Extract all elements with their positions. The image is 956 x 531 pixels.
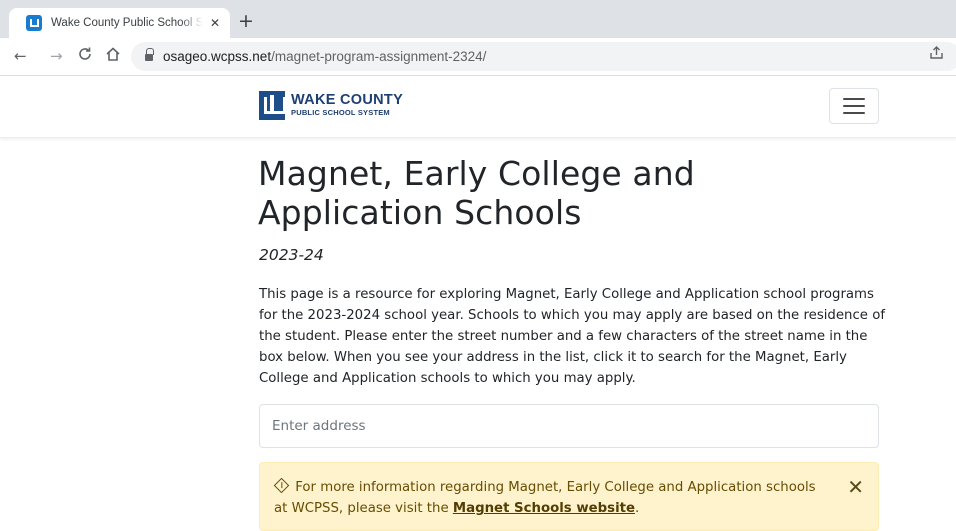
tab-close-icon[interactable]: ✕ (210, 16, 220, 30)
site-header: WAKE COUNTY PUBLIC SCHOOL SYSTEM (0, 76, 956, 138)
browser-tab[interactable]: Wake County Public School System ✕ (9, 8, 230, 38)
address-bar[interactable]: osageo.wcpss.net/magnet-program-assignme… (131, 42, 956, 71)
address-search-input[interactable] (259, 404, 879, 448)
magnet-schools-link[interactable]: Magnet Schools website (453, 501, 635, 516)
intro-paragraph: This page is a resource for exploring Ma… (259, 287, 886, 386)
menu-toggle-button[interactable] (829, 88, 879, 124)
new-tab-button[interactable]: + (238, 10, 254, 32)
hamburger-icon (843, 98, 865, 100)
browser-tabstrip: Wake County Public School System ✕ + (0, 0, 956, 38)
tab-title: Wake County Public School System (51, 17, 203, 29)
url-text[interactable]: osageo.wcpss.net/magnet-program-assignme… (163, 49, 486, 64)
logo-title: WAKE COUNTY (291, 92, 404, 108)
wcpss-logo-icon (259, 90, 286, 120)
school-year-subtitle: 2023-24 (259, 246, 324, 264)
share-icon[interactable] (929, 45, 944, 64)
browser-toolbar: ← → osageo.wcpss.net/magnet-program-assi… (0, 38, 956, 76)
lock-icon[interactable] (145, 47, 154, 62)
site-favicon-icon (26, 15, 42, 31)
back-arrow-icon[interactable]: ← (14, 46, 27, 66)
reload-icon[interactable] (77, 46, 93, 67)
forward-arrow-icon[interactable]: → (50, 46, 63, 66)
info-alert: For more information regarding Magnet, E… (259, 462, 879, 531)
page-title: Magnet, Early College and Application Sc… (258, 154, 695, 232)
info-diamond-icon (273, 477, 290, 494)
home-icon[interactable] (105, 46, 121, 67)
alert-close-icon[interactable]: ✕ (847, 477, 864, 497)
wcpss-logo[interactable]: WAKE COUNTY PUBLIC SCHOOL SYSTEM (259, 89, 403, 121)
logo-subtitle: PUBLIC SCHOOL SYSTEM (291, 108, 390, 117)
